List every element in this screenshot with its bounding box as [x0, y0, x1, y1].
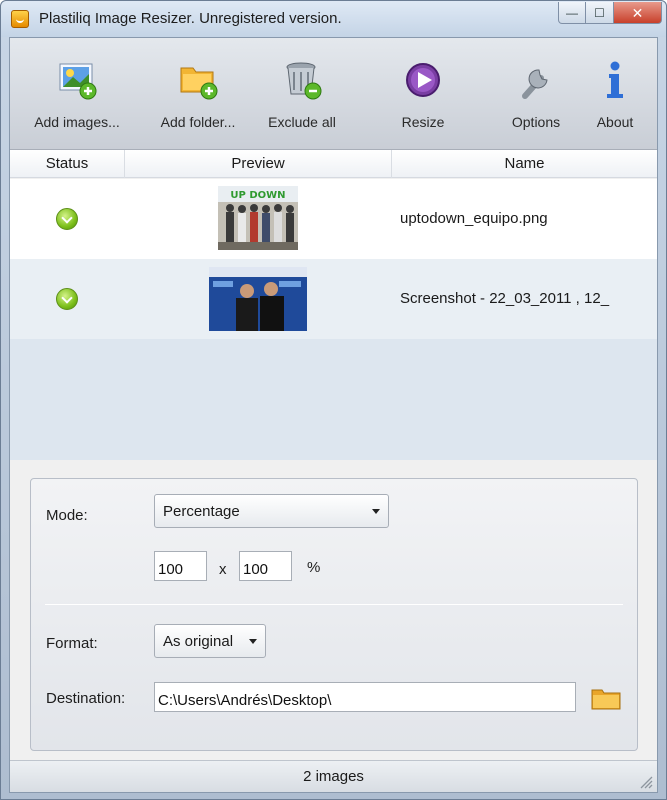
dropdown-arrow-icon — [249, 639, 257, 644]
minimize-button[interactable]: — — [558, 2, 586, 24]
preview-thumbnail — [209, 267, 307, 331]
about-label: About — [596, 114, 634, 130]
add-images-button[interactable]: Add images... — [28, 38, 126, 150]
table-row[interactable]: UP DOWN uptodown_equipo.png — [10, 179, 657, 259]
exclude-all-label: Exclude all — [268, 114, 336, 130]
format-label: Format: — [46, 635, 98, 652]
file-name: Screenshot - 22_03_2011 , 12_ — [400, 290, 610, 307]
column-preview[interactable]: Preview — [125, 150, 392, 178]
resize-grip-icon[interactable] — [639, 775, 653, 789]
width-input[interactable] — [154, 551, 207, 581]
wrench-icon — [522, 69, 548, 99]
destination-label: Destination: — [46, 690, 126, 707]
file-list[interactable]: UP DOWN uptodown_equipo.png Screenshot -… — [10, 179, 657, 460]
dropdown-arrow-icon — [372, 509, 380, 514]
thumbnail-text: UP DOWN — [230, 190, 285, 201]
column-name[interactable]: Name — [392, 150, 657, 178]
settings-panel: Mode: Percentage x % Format: As original… — [30, 478, 638, 751]
options-label: Options — [511, 114, 561, 130]
add-images-icon — [59, 63, 97, 100]
unit-label: % — [307, 559, 321, 576]
add-folder-label: Add folder... — [160, 114, 236, 130]
client-area: Add images... Add folder... Exclude all … — [9, 37, 658, 793]
destination-input[interactable] — [154, 682, 576, 712]
mode-label: Mode: — [46, 507, 88, 524]
add-folder-icon — [180, 67, 218, 100]
play-icon — [406, 63, 440, 97]
mode-select[interactable]: Percentage — [154, 494, 389, 528]
image-count: 2 images — [303, 768, 364, 785]
status-ok-icon — [56, 288, 78, 310]
add-folder-button[interactable]: Add folder... — [150, 38, 246, 150]
file-list-header: Status Preview Name — [10, 150, 657, 178]
resize-button[interactable]: Resize — [380, 38, 466, 150]
section-divider — [45, 604, 623, 605]
close-button[interactable]: ✕ — [614, 2, 662, 24]
window-controls: — ☐ ✕ — [558, 2, 662, 24]
exclude-all-button[interactable]: Exclude all — [258, 38, 346, 150]
status-bar: 2 images — [10, 760, 657, 792]
toolbar: Add images... Add folder... Exclude all … — [10, 38, 657, 150]
resize-label: Resize — [401, 114, 445, 130]
file-name: uptodown_equipo.png — [400, 210, 548, 227]
title-bar[interactable]: Plastiliq Image Resizer. Unregistered ve… — [1, 1, 666, 37]
times-symbol: x — [219, 561, 227, 578]
app-window: Plastiliq Image Resizer. Unregistered ve… — [0, 0, 667, 800]
preview-thumbnail: UP DOWN — [218, 186, 298, 250]
browse-folder-icon[interactable] — [591, 686, 621, 710]
height-input[interactable] — [239, 551, 292, 581]
mode-value: Percentage — [163, 503, 240, 520]
about-button[interactable]: About — [580, 38, 650, 150]
format-select[interactable]: As original — [154, 624, 266, 658]
add-images-label: Add images... — [34, 114, 120, 130]
column-status[interactable]: Status — [10, 150, 125, 178]
table-row[interactable]: Screenshot - 22_03_2011 , 12_ — [10, 259, 657, 339]
trash-icon — [286, 62, 322, 100]
options-button[interactable]: Options — [494, 38, 578, 150]
app-logo-icon — [11, 10, 29, 28]
maximize-button[interactable]: ☐ — [586, 2, 614, 24]
status-ok-icon — [56, 208, 78, 230]
info-icon — [607, 61, 623, 98]
window-title: Plastiliq Image Resizer. Unregistered ve… — [39, 10, 342, 27]
format-value: As original — [163, 633, 234, 650]
